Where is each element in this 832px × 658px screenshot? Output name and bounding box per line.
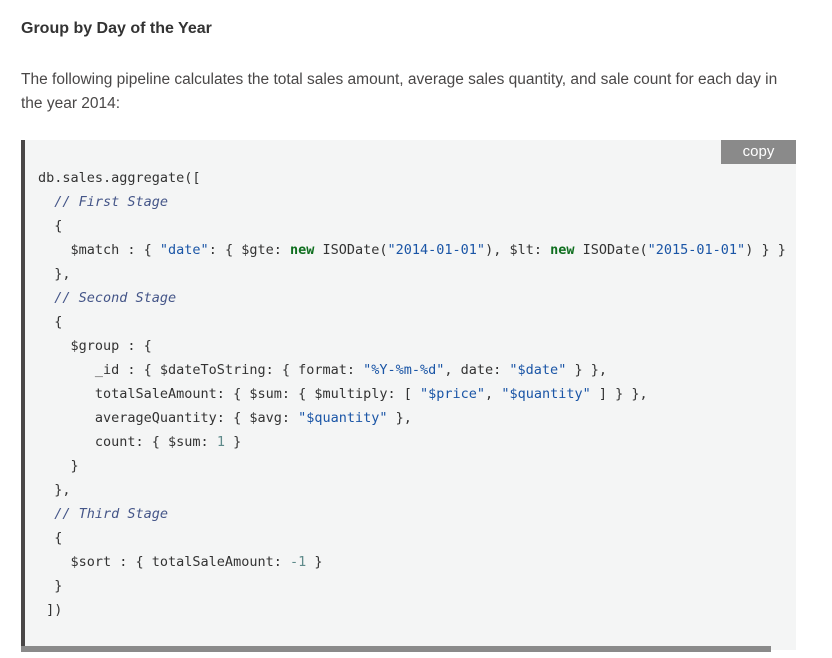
code-line: db.sales.aggregate([: [38, 166, 786, 190]
code-line: // First Stage: [38, 190, 786, 214]
code-token: ISODate(: [314, 242, 388, 258]
code-token: "$date": [509, 362, 567, 378]
code-line: ]): [38, 598, 786, 622]
code-line: // Second Stage: [38, 286, 786, 310]
code-token: {: [38, 218, 63, 234]
code-line: {: [38, 214, 786, 238]
section-description: The following pipeline calculates the to…: [21, 71, 778, 112]
code-token: ,: [485, 386, 502, 402]
code-token: "$quantity": [501, 386, 591, 402]
code-content: db.sales.aggregate([ // First Stage { $m…: [38, 166, 786, 622]
code-token: db.sales.aggregate([: [38, 170, 201, 186]
code-line: count: { $sum: 1 }: [38, 430, 786, 454]
code-token: ]): [38, 602, 63, 618]
code-token: "$quantity": [298, 410, 388, 426]
code-token: "%Y-%m-%d": [363, 362, 445, 378]
code-line: {: [38, 526, 786, 550]
code-block: copy db.sales.aggregate([ // First Stage…: [21, 140, 796, 650]
code-token: new: [550, 242, 575, 258]
code-token: "$price": [420, 386, 486, 402]
code-line: totalSaleAmount: { $sum: { $multiply: [ …: [38, 382, 786, 406]
code-line: $group : {: [38, 334, 786, 358]
section-heading: Group by Day of the Year: [21, 20, 212, 37]
code-token: ] } },: [590, 386, 648, 402]
code-line: $match : { "date": { $gte: new ISODate("…: [38, 238, 786, 262]
code-line: // Third Stage: [38, 502, 786, 526]
code-line: averageQuantity: { $avg: "$quantity" },: [38, 406, 786, 430]
code-token: }: [224, 434, 242, 450]
code-token: },: [387, 410, 412, 426]
code-token: },: [38, 266, 71, 282]
code-token: ) } }: [745, 242, 786, 258]
code-token: : { $gte:: [208, 242, 290, 258]
code-token: } },: [566, 362, 607, 378]
code-token: ), $lt:: [485, 242, 551, 258]
code-token: "2015-01-01": [647, 242, 746, 258]
code-token: "date": [159, 242, 209, 258]
copy-button[interactable]: copy: [721, 140, 796, 164]
code-line: }: [38, 454, 786, 478]
code-token: , date:: [444, 362, 510, 378]
code-token: averageQuantity: { $avg:: [38, 410, 299, 426]
code-token: $sort : { totalSaleAmount:: [38, 554, 290, 570]
code-token: count: { $sum:: [38, 434, 217, 450]
code-token: ISODate(: [574, 242, 648, 258]
code-comment: // Second Stage: [54, 290, 177, 306]
code-line: },: [38, 478, 786, 502]
code-line: $sort : { totalSaleAmount: -1 }: [38, 550, 786, 574]
code-comment: // Third Stage: [54, 506, 169, 522]
code-token: }: [38, 458, 79, 474]
code-token: },: [38, 482, 71, 498]
code-token: $group : {: [38, 338, 152, 354]
code-token: "2014-01-01": [387, 242, 486, 258]
code-token: totalSaleAmount: { $sum: { $multiply: [: [38, 386, 421, 402]
code-line: }: [38, 574, 786, 598]
code-line: {: [38, 310, 786, 334]
horizontal-scrollbar[interactable]: [21, 646, 771, 652]
code-line: _id : { $dateToString: { format: "%Y-%m-…: [38, 358, 786, 382]
code-token: {: [38, 530, 63, 546]
code-token: $match : {: [38, 242, 160, 258]
code-token: }: [38, 578, 63, 594]
code-token: 1: [216, 434, 225, 450]
code-token: }: [306, 554, 323, 570]
code-token: _id : { $dateToString: { format:: [38, 362, 364, 378]
code-token: new: [289, 242, 315, 258]
code-comment: // First Stage: [54, 194, 169, 210]
code-line: },: [38, 262, 786, 286]
code-token: {: [38, 314, 63, 330]
code-token: -1: [289, 554, 307, 570]
